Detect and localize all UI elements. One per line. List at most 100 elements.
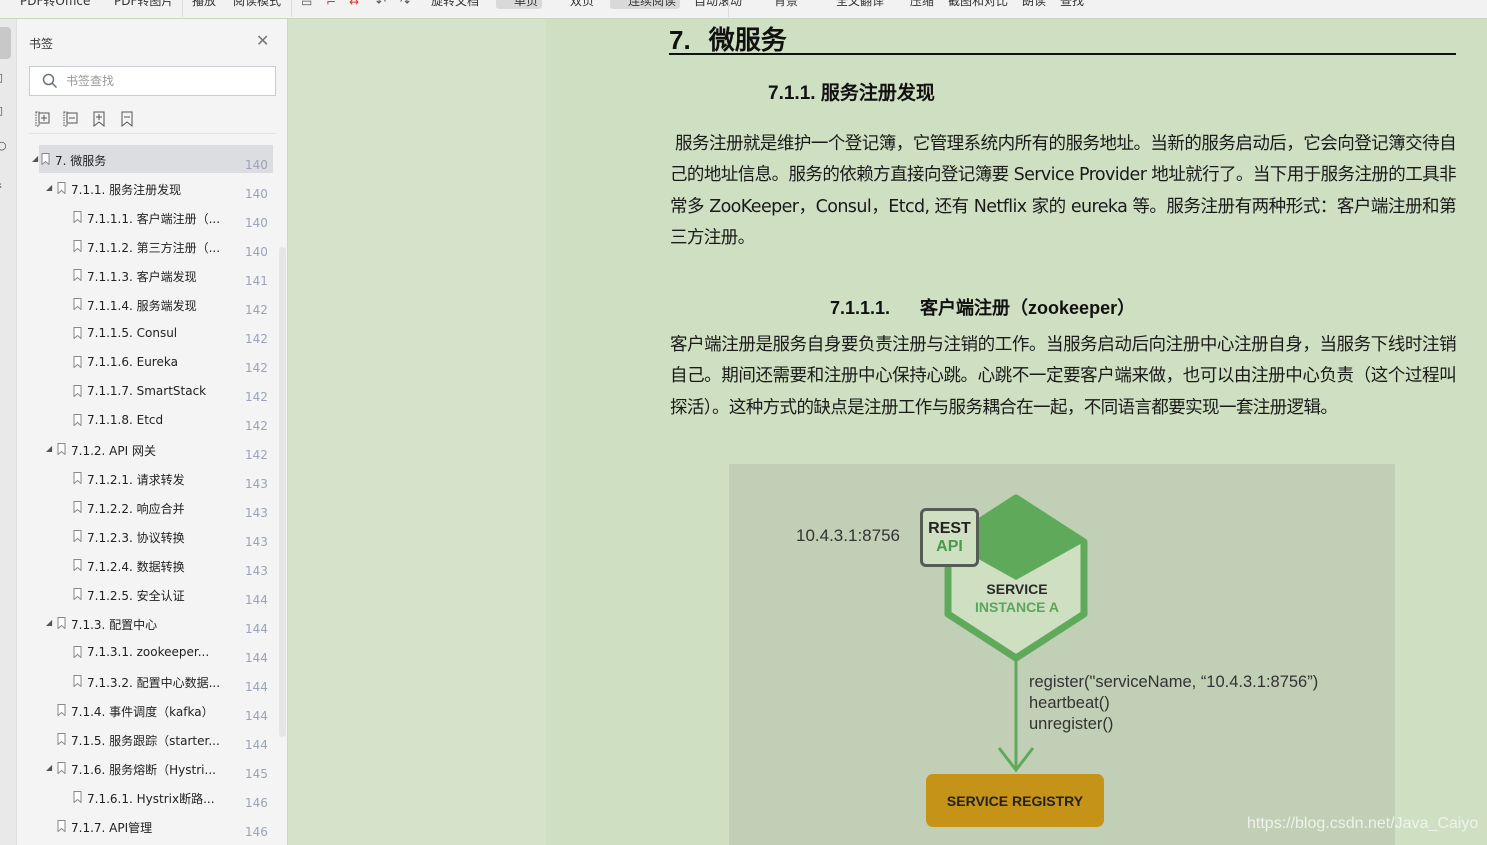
remove-bookmark-icon[interactable] xyxy=(119,111,135,127)
rotate-left-icon[interactable]: ↶ xyxy=(376,0,386,9)
bookmark-rail-tab[interactable] xyxy=(0,27,11,59)
bookmark-search-input[interactable] xyxy=(66,74,256,88)
bookmark-search[interactable] xyxy=(29,66,276,96)
bookmark-item[interactable]: 7.1.5. 服务跟踪（starter... 144 xyxy=(17,725,275,754)
bookmark-item[interactable]: 7.1.1.4. 服务端发现 142 xyxy=(17,290,275,319)
subsection-title: 客户端注册（zookeeper） xyxy=(920,298,1136,318)
bookmark-item[interactable]: 7.1.2.1. 请求转发 143 xyxy=(17,464,275,493)
bookmark-item[interactable]: 7.1.7. API管理 146 xyxy=(17,812,275,841)
fit-width-icon[interactable]: ↔ xyxy=(349,0,359,9)
expand-all-icon[interactable] xyxy=(35,111,51,127)
bookmark-label: 7.1.6.1. Hystrix断路... xyxy=(87,792,215,806)
bookmark-page: 140 xyxy=(245,245,268,259)
bookmark-item[interactable]: 7.1.1.6. Eureka 142 xyxy=(17,348,275,377)
bookmark-icon xyxy=(73,791,82,803)
pdf-to-office-button[interactable]: PDF转Office xyxy=(16,0,94,9)
expand-arrow-icon[interactable]: ◢ xyxy=(46,618,52,627)
read-aloud-button[interactable]: 朗读 xyxy=(1018,0,1050,9)
bookmark-page: 142 xyxy=(245,332,268,346)
bookmark-item[interactable]: 7.1.2.2. 响应合并 143 xyxy=(17,493,275,522)
bookmark-label: 7.1.2.2. 响应合并 xyxy=(87,502,185,516)
bookmark-label: 7.1.3.2. 配置中心数据... xyxy=(87,676,221,690)
expand-arrow-icon[interactable]: ◢ xyxy=(46,444,52,453)
bookmark-item[interactable]: ◢ 7. 微服务 140 xyxy=(17,145,275,174)
background-button[interactable]: 背景 xyxy=(770,0,802,9)
bookmark-item[interactable]: ◢ 7.1.1. 服务注册发现 140 xyxy=(17,174,275,203)
bookmark-item[interactable]: 7.1.2.4. 数据转换 143 xyxy=(17,551,275,580)
bookmark-item[interactable]: 7.1.1.7. SmartStack 142 xyxy=(17,377,275,406)
bookmark-item[interactable]: ◢ 7.1.6. 服务熔断（Hystri... 145 xyxy=(17,754,275,783)
bookmark-label: 7.1.1.2. 第三方注册（... xyxy=(87,241,221,255)
bookmark-item[interactable]: 7.1.6.1. Hystrix断路... 146 xyxy=(17,783,275,812)
bookmark-item[interactable]: 7.1.3.2. 配置中心数据... 144 xyxy=(17,667,275,696)
bookmark-label: 7.1.1. 服务注册发现 xyxy=(71,183,182,197)
bookmark-item[interactable]: 7.1.3.1. zookeeper... 144 xyxy=(17,638,275,667)
actual-size-icon[interactable]: ⌐ xyxy=(326,0,336,9)
thumbnail-icon[interactable]: ▯ xyxy=(0,71,7,84)
bookmark-page: 144 xyxy=(245,738,268,752)
find-button[interactable]: 查找 xyxy=(1056,0,1088,9)
add-bookmark-icon[interactable] xyxy=(91,111,107,127)
search-rail-icon[interactable]: ○ xyxy=(0,139,7,152)
close-icon[interactable]: ✕ xyxy=(256,32,269,50)
fit-page-icon[interactable]: ▭ xyxy=(301,0,312,9)
bookmark-item[interactable]: 7.1.2.3. 协议转换 143 xyxy=(17,522,275,551)
compress-button[interactable]: 压缩 xyxy=(906,0,938,9)
api-label: API xyxy=(936,538,963,555)
bookmark-label: 7.1.6. 服务熔断（Hystri... xyxy=(71,763,216,777)
collapse-all-icon[interactable] xyxy=(63,111,79,127)
watermark: https://blog.csdn.net/Java_Caiyo xyxy=(1247,815,1479,832)
full-translate-button[interactable]: 全文翻译 xyxy=(818,0,888,9)
continuous-read-button[interactable]: 连续阅读 xyxy=(610,0,681,9)
bookmark-item[interactable]: 7.1.1.5. Consul 142 xyxy=(17,319,275,348)
bookmark-label: 7.1.2.5. 安全认证 xyxy=(87,589,185,603)
bookmark-icon xyxy=(57,733,66,745)
bookmark-item[interactable]: ◢ 7.1.2. API 网关 142 xyxy=(17,435,275,464)
expand-arrow-icon[interactable]: ◢ xyxy=(46,763,52,772)
rest-api-badge: REST API xyxy=(920,508,979,567)
bookmark-icon xyxy=(73,646,82,658)
bookmark-page: 143 xyxy=(245,535,268,549)
screenshot-compare-button[interactable]: 截图和对比 xyxy=(944,0,1012,9)
chapter-heading: 7. 微服务 xyxy=(669,20,787,57)
register-call: register("serviceName, “10.4.3.1:8756”) xyxy=(1029,673,1319,691)
bookmark-item[interactable]: ◢ 7.1.3. 配置中心 144 xyxy=(17,609,275,638)
bookmark-label: 7.1.4. 事件调度（kafka） xyxy=(71,705,214,719)
subsection-number: 7.1.1.1. xyxy=(830,298,891,318)
double-page-button[interactable]: 双页 xyxy=(552,0,598,9)
bookmark-item[interactable]: 7.1.4. 事件调度（kafka） 144 xyxy=(17,696,275,725)
bookmark-icon xyxy=(57,820,66,832)
bookmark-item[interactable]: 7.1.1.2. 第三方注册（... 140 xyxy=(17,232,275,261)
search-icon xyxy=(42,73,58,89)
attachment-icon[interactable]: ء xyxy=(0,179,7,192)
expand-arrow-icon[interactable]: ◢ xyxy=(32,154,38,163)
single-page-button[interactable]: 单页 xyxy=(496,0,543,9)
rotate-document-button[interactable]: 旋转文档 xyxy=(427,0,483,9)
bookmark-label: 7.1.3.1. zookeeper... xyxy=(87,645,210,659)
bookmark-label: 7.1.1.5. Consul xyxy=(87,326,178,340)
expand-arrow-icon[interactable]: ◢ xyxy=(46,183,52,192)
auto-scroll-button[interactable]: 自动滚动 xyxy=(690,0,746,9)
bookmark-icon xyxy=(73,414,82,426)
bookmark-item[interactable]: 7.1.1.8. Etcd 142 xyxy=(17,406,275,435)
bookmark-page: 143 xyxy=(245,477,268,491)
bookmark-page: 140 xyxy=(245,187,268,201)
annotation-icon[interactable]: ▯ xyxy=(0,104,7,117)
bookmark-label: 7.1.1.7. SmartStack xyxy=(87,384,207,398)
play-button[interactable]: 播放 xyxy=(188,0,220,9)
read-mode-button[interactable]: 阅读模式 xyxy=(229,0,285,9)
bookmark-label: 7.1.1.6. Eureka xyxy=(87,355,178,369)
bookmark-panel: 书签 ✕ ◢7. 微服务140◢7.1.1. 服务注册发现1407.1.1.1 xyxy=(17,19,288,845)
bookmark-item[interactable]: 7.1.1.1. 客户端注册（... 140 xyxy=(17,203,275,232)
heading-rule xyxy=(669,53,1456,55)
service-address: 10.4.3.1:8756 xyxy=(796,526,900,545)
bookmark-scrollbar[interactable] xyxy=(279,247,286,737)
bookmark-icon xyxy=(73,530,82,542)
bookmark-page: 142 xyxy=(245,419,268,433)
bookmark-label: 7.1.2. API 网关 xyxy=(71,444,156,458)
rotate-right-icon[interactable]: ↷ xyxy=(400,0,410,9)
bookmark-item[interactable]: 7.1.1.3. 客户端发现 141 xyxy=(17,261,275,290)
pdf-to-image-button[interactable]: PDF转图片 xyxy=(110,0,177,9)
unregister-call: unregister() xyxy=(1029,715,1114,733)
bookmark-item[interactable]: 7.1.2.5. 安全认证 144 xyxy=(17,580,275,609)
